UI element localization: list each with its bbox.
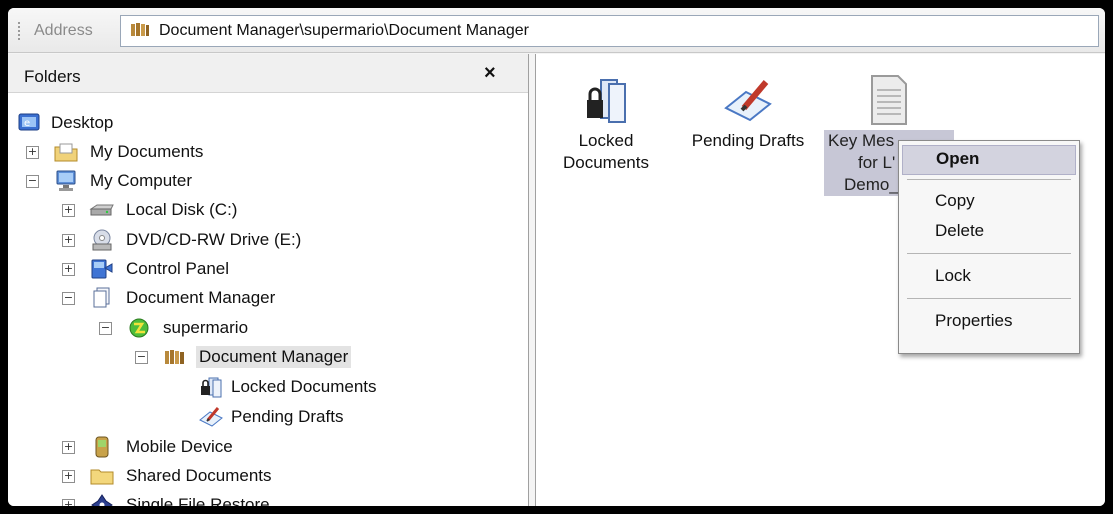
my-computer-icon xyxy=(53,170,79,192)
menu-item-open[interactable]: Open xyxy=(902,145,1076,175)
folders-pane: Folders × e Desktop + My Documents − My … xyxy=(8,54,529,506)
tree-item-label: Local Disk (C:) xyxy=(126,200,238,219)
tree-item-shared-documents[interactable]: + Shared Documents xyxy=(62,463,275,489)
tree-item-label: Document Manager xyxy=(126,288,276,307)
folders-title: Folders xyxy=(24,67,81,86)
tree-item-my-documents[interactable]: + My Documents xyxy=(26,139,206,165)
context-menu: Open Copy Delete Lock Properties xyxy=(898,140,1080,354)
server-icon xyxy=(126,317,152,339)
dvd-drive-icon xyxy=(89,229,115,251)
tree-item-label: DVD/CD-RW Drive (E:) xyxy=(126,230,302,249)
file-item-pending-drafts[interactable]: Pending Drafts xyxy=(678,70,818,152)
tree-item-pending-drafts[interactable]: Pending Drafts xyxy=(198,404,346,430)
locked-documents-icon xyxy=(554,70,658,126)
pending-drafts-icon xyxy=(198,406,224,428)
expand-icon[interactable]: + xyxy=(62,469,75,483)
collapse-icon[interactable]: − xyxy=(62,291,75,305)
address-input[interactable]: Document Manager\supermario\Document Man… xyxy=(120,15,1099,47)
address-label: Address xyxy=(34,22,93,39)
file-item-label: Pending Drafts xyxy=(691,131,805,150)
address-path: Document Manager\supermario\Document Man… xyxy=(159,22,529,39)
tree-item-desktop[interactable]: e Desktop xyxy=(16,110,116,136)
my-documents-icon xyxy=(53,141,79,163)
restore-icon xyxy=(89,494,115,506)
folder-icon xyxy=(89,465,115,487)
tree-item-label: Pending Drafts xyxy=(231,407,344,426)
tree-item-label: My Computer xyxy=(90,171,193,190)
tree-item-label: Shared Documents xyxy=(126,466,272,485)
collapse-icon[interactable]: − xyxy=(135,350,148,364)
tree-item-label: Locked Documents xyxy=(231,377,377,396)
expand-icon[interactable]: + xyxy=(62,233,75,247)
expand-icon[interactable]: + xyxy=(62,440,75,454)
tree-item-label: Mobile Device xyxy=(126,437,233,456)
control-panel-icon xyxy=(89,258,115,280)
library-icon xyxy=(162,346,188,368)
library-icon xyxy=(131,23,149,36)
collapse-icon[interactable]: − xyxy=(26,174,39,188)
tree-item-dvd-drive[interactable]: + DVD/CD-RW Drive (E:) xyxy=(62,227,304,253)
close-icon[interactable]: × xyxy=(484,62,496,85)
tree-item-local-disk[interactable]: + Local Disk (C:) xyxy=(62,197,240,223)
collapse-icon[interactable]: − xyxy=(99,321,112,335)
mobile-device-icon xyxy=(89,436,115,458)
menu-separator xyxy=(907,253,1071,254)
tree-item-mobile-device[interactable]: + Mobile Device xyxy=(62,434,236,460)
address-bar: Address Document Manager\supermario\Docu… xyxy=(8,8,1105,53)
tree-item-label: Document Manager xyxy=(196,346,352,368)
expand-icon[interactable]: + xyxy=(62,262,75,276)
tree-item-document-manager[interactable]: − Document Manager xyxy=(62,285,278,311)
tree-item-single-file-restore[interactable]: + Single File Restore xyxy=(62,492,273,506)
svg-text:e: e xyxy=(24,118,30,129)
tree-item-label: supermario xyxy=(163,318,249,337)
file-item-locked-documents[interactable]: Locked Documents xyxy=(554,70,658,174)
pending-drafts-icon xyxy=(678,70,818,126)
menu-separator xyxy=(907,179,1071,180)
menu-separator xyxy=(907,298,1071,299)
expand-icon[interactable]: + xyxy=(62,498,75,506)
tree-item-locked-documents[interactable]: Locked Documents xyxy=(198,374,380,400)
folders-header: Folders × xyxy=(8,54,528,93)
document-manager-icon xyxy=(89,287,115,309)
menu-item-delete[interactable]: Delete xyxy=(902,217,1076,245)
file-item-label: Documents xyxy=(563,153,649,172)
local-disk-icon xyxy=(89,199,115,221)
tree-item-label: My Documents xyxy=(90,142,204,161)
desktop-icon: e xyxy=(16,112,42,134)
explorer-window: Address Document Manager\supermario\Docu… xyxy=(8,8,1105,506)
expand-icon[interactable]: + xyxy=(26,145,39,159)
menu-item-lock[interactable]: Lock xyxy=(902,262,1076,290)
menu-item-copy[interactable]: Copy xyxy=(902,187,1076,215)
file-item-label: Locked xyxy=(578,131,634,150)
tree-item-document-manager-library[interactable]: − Document Manager xyxy=(135,344,352,370)
tree-item-control-panel[interactable]: + Control Panel xyxy=(62,256,232,282)
menu-item-properties[interactable]: Properties xyxy=(902,307,1076,335)
tree-item-label: Single File Restore xyxy=(126,495,270,506)
document-icon xyxy=(824,70,954,126)
tree-item-label: Control Panel xyxy=(126,259,230,278)
tree-item-my-computer[interactable]: − My Computer xyxy=(26,168,195,194)
tree-item-supermario[interactable]: − supermario xyxy=(99,315,251,341)
expand-icon[interactable]: + xyxy=(62,203,75,217)
tree-item-label: Desktop xyxy=(51,113,114,132)
toolbar-grip[interactable] xyxy=(18,22,23,40)
locked-documents-icon xyxy=(198,376,224,398)
